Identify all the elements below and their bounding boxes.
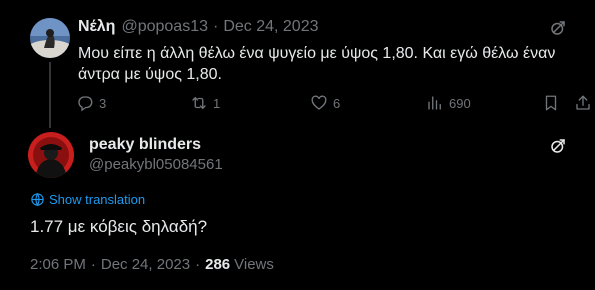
tweet-text: 1.77 με κόβεις δηλαδή?	[30, 217, 208, 236]
thread-connector	[49, 62, 51, 128]
share-button[interactable]	[574, 92, 592, 114]
like-count: 6	[333, 95, 341, 111]
repost-icon	[192, 97, 206, 109]
tweet-meta: 2:06 PM · Dec 24, 2023 · 286 Views	[30, 256, 274, 273]
show-translation-label: Show translation	[49, 192, 146, 207]
repost-count: 1	[213, 95, 221, 111]
separator: ·	[212, 18, 219, 35]
tweet-thread: Νέλη @popoas13 · Dec 24, 2023 Μου είπε η…	[0, 0, 595, 290]
like-icon	[311, 95, 327, 110]
share-icon	[576, 95, 590, 110]
separator: ·	[195, 256, 201, 273]
reply-count: 3	[99, 95, 107, 111]
avatar[interactable]	[30, 18, 70, 58]
views-button[interactable]: 690	[426, 92, 471, 114]
repost-button[interactable]: 1	[190, 92, 220, 114]
grok-icon[interactable]	[549, 137, 567, 155]
tweet-date[interactable]: Dec 24, 2023	[101, 256, 190, 273]
avatar[interactable]	[28, 132, 74, 178]
tweet-actions: 3 1 6 690	[74, 92, 590, 114]
reply-button[interactable]: 3	[76, 92, 106, 114]
show-translation-link[interactable]: Show translation	[30, 192, 145, 207]
globe-icon	[31, 192, 44, 207]
views-count: 690	[449, 95, 471, 111]
tweet-header: Νέλη @popoas13 · Dec 24, 2023	[78, 17, 319, 37]
bookmark-button[interactable]	[542, 92, 560, 114]
grok-icon[interactable]	[549, 19, 567, 37]
separator: ·	[90, 256, 96, 273]
display-name[interactable]: peaky blinders	[89, 136, 201, 154]
views-icon	[428, 96, 441, 110]
tweet-date[interactable]: Dec 24, 2023	[223, 18, 318, 36]
like-button[interactable]: 6	[310, 92, 340, 114]
display-name[interactable]: Νέλη	[78, 18, 115, 36]
views-count: 286	[205, 256, 231, 273]
user-handle[interactable]: @peakybl05084561	[89, 156, 223, 173]
bookmark-icon	[545, 95, 557, 111]
tweet-text: Μου είπε η άλλη θέλω ένα ψυγείο με ύψος …	[78, 45, 556, 83]
tweet-time[interactable]: 2:06 PM	[30, 256, 86, 273]
user-handle[interactable]: @popoas13	[121, 18, 208, 36]
reply-icon	[78, 96, 93, 112]
views-label: Views	[234, 256, 274, 273]
